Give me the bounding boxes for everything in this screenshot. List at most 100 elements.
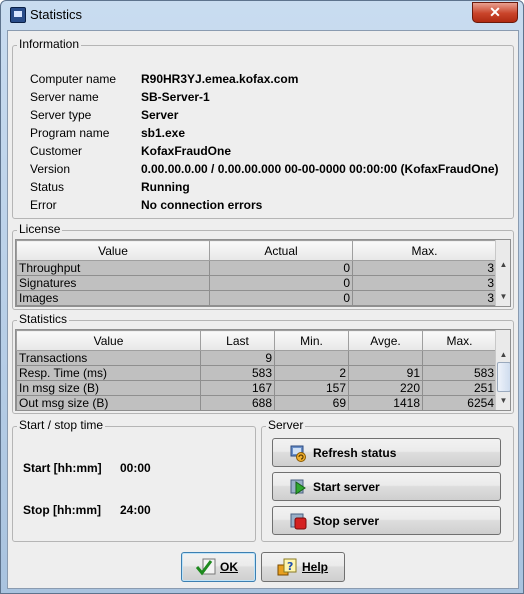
row-label-cell: Signatures: [16, 275, 210, 291]
license-table-container: Value Actual Max. Throughput 0 3 Signatures 0 3…: [15, 239, 511, 307]
app-icon: [10, 7, 26, 23]
start-time-value: 00:00: [120, 461, 151, 475]
scroll-down-arrow-icon[interactable]: ▼: [498, 292, 509, 301]
column-header[interactable]: Min.: [274, 330, 349, 351]
value-cell: 1418: [348, 395, 423, 410]
column-header[interactable]: Actual: [209, 240, 353, 261]
value-cell: 0: [209, 275, 353, 291]
scroll-thumb[interactable]: [497, 362, 510, 392]
value-cell: [422, 350, 497, 366]
info-label: Error: [30, 198, 57, 212]
value-cell: 91: [348, 365, 423, 381]
dialog-client-area: Information Computer name R90HR3YJ.emea.k…: [7, 30, 519, 589]
table-row[interactable]: Resp. Time (ms) 583 2 91 583: [16, 365, 497, 381]
row-label-cell: In msg size (B): [16, 380, 201, 396]
value-cell: 251: [422, 380, 497, 396]
info-value: R90HR3YJ.emea.kofax.com: [141, 72, 299, 86]
license-table: Value Actual Max. Throughput 0 3 Signatures 0 3…: [16, 240, 497, 306]
info-value: Running: [141, 180, 190, 194]
scroll-up-arrow-icon[interactable]: ▲: [498, 350, 509, 359]
row-label-cell: Out msg size (B): [16, 395, 201, 410]
column-header[interactable]: Value: [16, 240, 210, 261]
help-icon: ?: [276, 557, 298, 577]
refresh-status-button[interactable]: Refresh status: [272, 438, 501, 467]
statistics-window: Statistics ✕ Information Computer name R9…: [0, 0, 524, 594]
value-cell: 167: [200, 380, 275, 396]
checkmark-icon: [195, 558, 216, 576]
table-row[interactable]: Out msg size (B) 688 69 1418 6254: [16, 395, 497, 410]
information-group: Information Computer name R90HR3YJ.emea.k…: [12, 37, 514, 219]
table-row[interactable]: Images 0 3: [16, 290, 497, 306]
statistics-group: Statistics Value Last Min. Avge. Max. Transa…: [12, 312, 514, 414]
start-server-icon: [289, 478, 307, 496]
table-row[interactable]: Throughput 0 3: [16, 260, 497, 276]
info-value: 0.00.00.0.00 / 0.00.00.000 00-00-0000 00…: [141, 162, 499, 176]
column-header[interactable]: Avge.: [348, 330, 423, 351]
info-label: Version: [30, 162, 71, 176]
statistics-table: Value Last Min. Avge. Max. Transactions 9 Resp…: [16, 330, 497, 410]
statistics-scrollbar[interactable]: ▲ ▼: [495, 330, 510, 410]
help-button[interactable]: ? Help: [261, 552, 345, 582]
start-server-button[interactable]: Start server: [272, 472, 501, 501]
ok-button[interactable]: OK: [181, 552, 256, 582]
refresh-icon: [289, 444, 307, 462]
row-label-cell: Images: [16, 290, 210, 306]
ok-label: OK: [220, 560, 238, 574]
help-label: Help: [302, 560, 329, 574]
column-header[interactable]: Max.: [422, 330, 497, 351]
column-header[interactable]: Last: [200, 330, 275, 351]
value-cell: 688: [200, 395, 275, 410]
table-row[interactable]: Signatures 0 3: [16, 275, 497, 291]
value-cell: 3: [352, 275, 497, 291]
start-stop-group: Start / stop time Start [hh:mm] 00:00 St…: [12, 418, 256, 542]
value-cell: 220: [348, 380, 423, 396]
start-time-label: Start [hh:mm]: [23, 461, 102, 475]
info-value: No connection errors: [141, 198, 263, 212]
table-row[interactable]: Transactions 9: [16, 350, 497, 366]
statistics-group-title: Statistics: [17, 312, 70, 326]
value-cell: 157: [274, 380, 349, 396]
scroll-down-arrow-icon[interactable]: ▼: [498, 396, 509, 405]
title-bar[interactable]: Statistics ✕: [1, 1, 523, 29]
row-label-cell: Transactions: [16, 350, 201, 366]
info-label: Server type: [30, 108, 92, 122]
value-cell: 6254: [422, 395, 497, 410]
stop-server-button[interactable]: Stop server: [272, 506, 501, 535]
row-label-cell: Resp. Time (ms): [16, 365, 201, 381]
stop-server-icon: [289, 512, 307, 530]
stop-time-label: Stop [hh:mm]: [23, 503, 101, 517]
info-label: Customer: [30, 144, 83, 158]
info-value: Server: [141, 108, 179, 122]
value-cell: 69: [274, 395, 349, 410]
stop-time-value: 24:00: [120, 503, 151, 517]
info-label: Status: [30, 180, 65, 194]
table-row[interactable]: In msg size (B) 167 157 220 251: [16, 380, 497, 396]
value-cell: [348, 350, 423, 366]
svg-text:?: ?: [287, 560, 293, 573]
column-header[interactable]: Max.: [352, 240, 497, 261]
server-group: Server Refresh status Start server Stop …: [261, 418, 514, 542]
row-label-cell: Throughput: [16, 260, 210, 276]
value-cell: 583: [200, 365, 275, 381]
stop-server-label: Stop server: [313, 513, 380, 528]
window-title: Statistics: [30, 7, 83, 22]
info-value: SB-Server-1: [141, 90, 210, 104]
server-group-title: Server: [266, 418, 306, 432]
value-cell: 3: [352, 290, 497, 306]
column-header[interactable]: Value: [16, 330, 201, 351]
license-scrollbar[interactable]: ▲ ▼: [495, 240, 510, 306]
info-value: sb1.exe: [141, 126, 186, 140]
value-cell: 0: [209, 260, 353, 276]
value-cell: 2: [274, 365, 349, 381]
value-cell: 3: [352, 260, 497, 276]
value-cell: [274, 350, 349, 366]
license-group: License Value Actual Max. Throughput 0 3 Sign…: [12, 222, 514, 310]
info-label: Program name: [30, 126, 110, 140]
statistics-table-container: Value Last Min. Avge. Max. Transactions 9 Resp…: [15, 329, 511, 411]
close-button[interactable]: ✕: [472, 2, 518, 23]
info-label: Server name: [30, 90, 99, 104]
value-cell: 0: [209, 290, 353, 306]
scroll-up-arrow-icon[interactable]: ▲: [498, 260, 509, 269]
information-group-title: Information: [17, 37, 82, 51]
start-server-label: Start server: [313, 479, 380, 494]
